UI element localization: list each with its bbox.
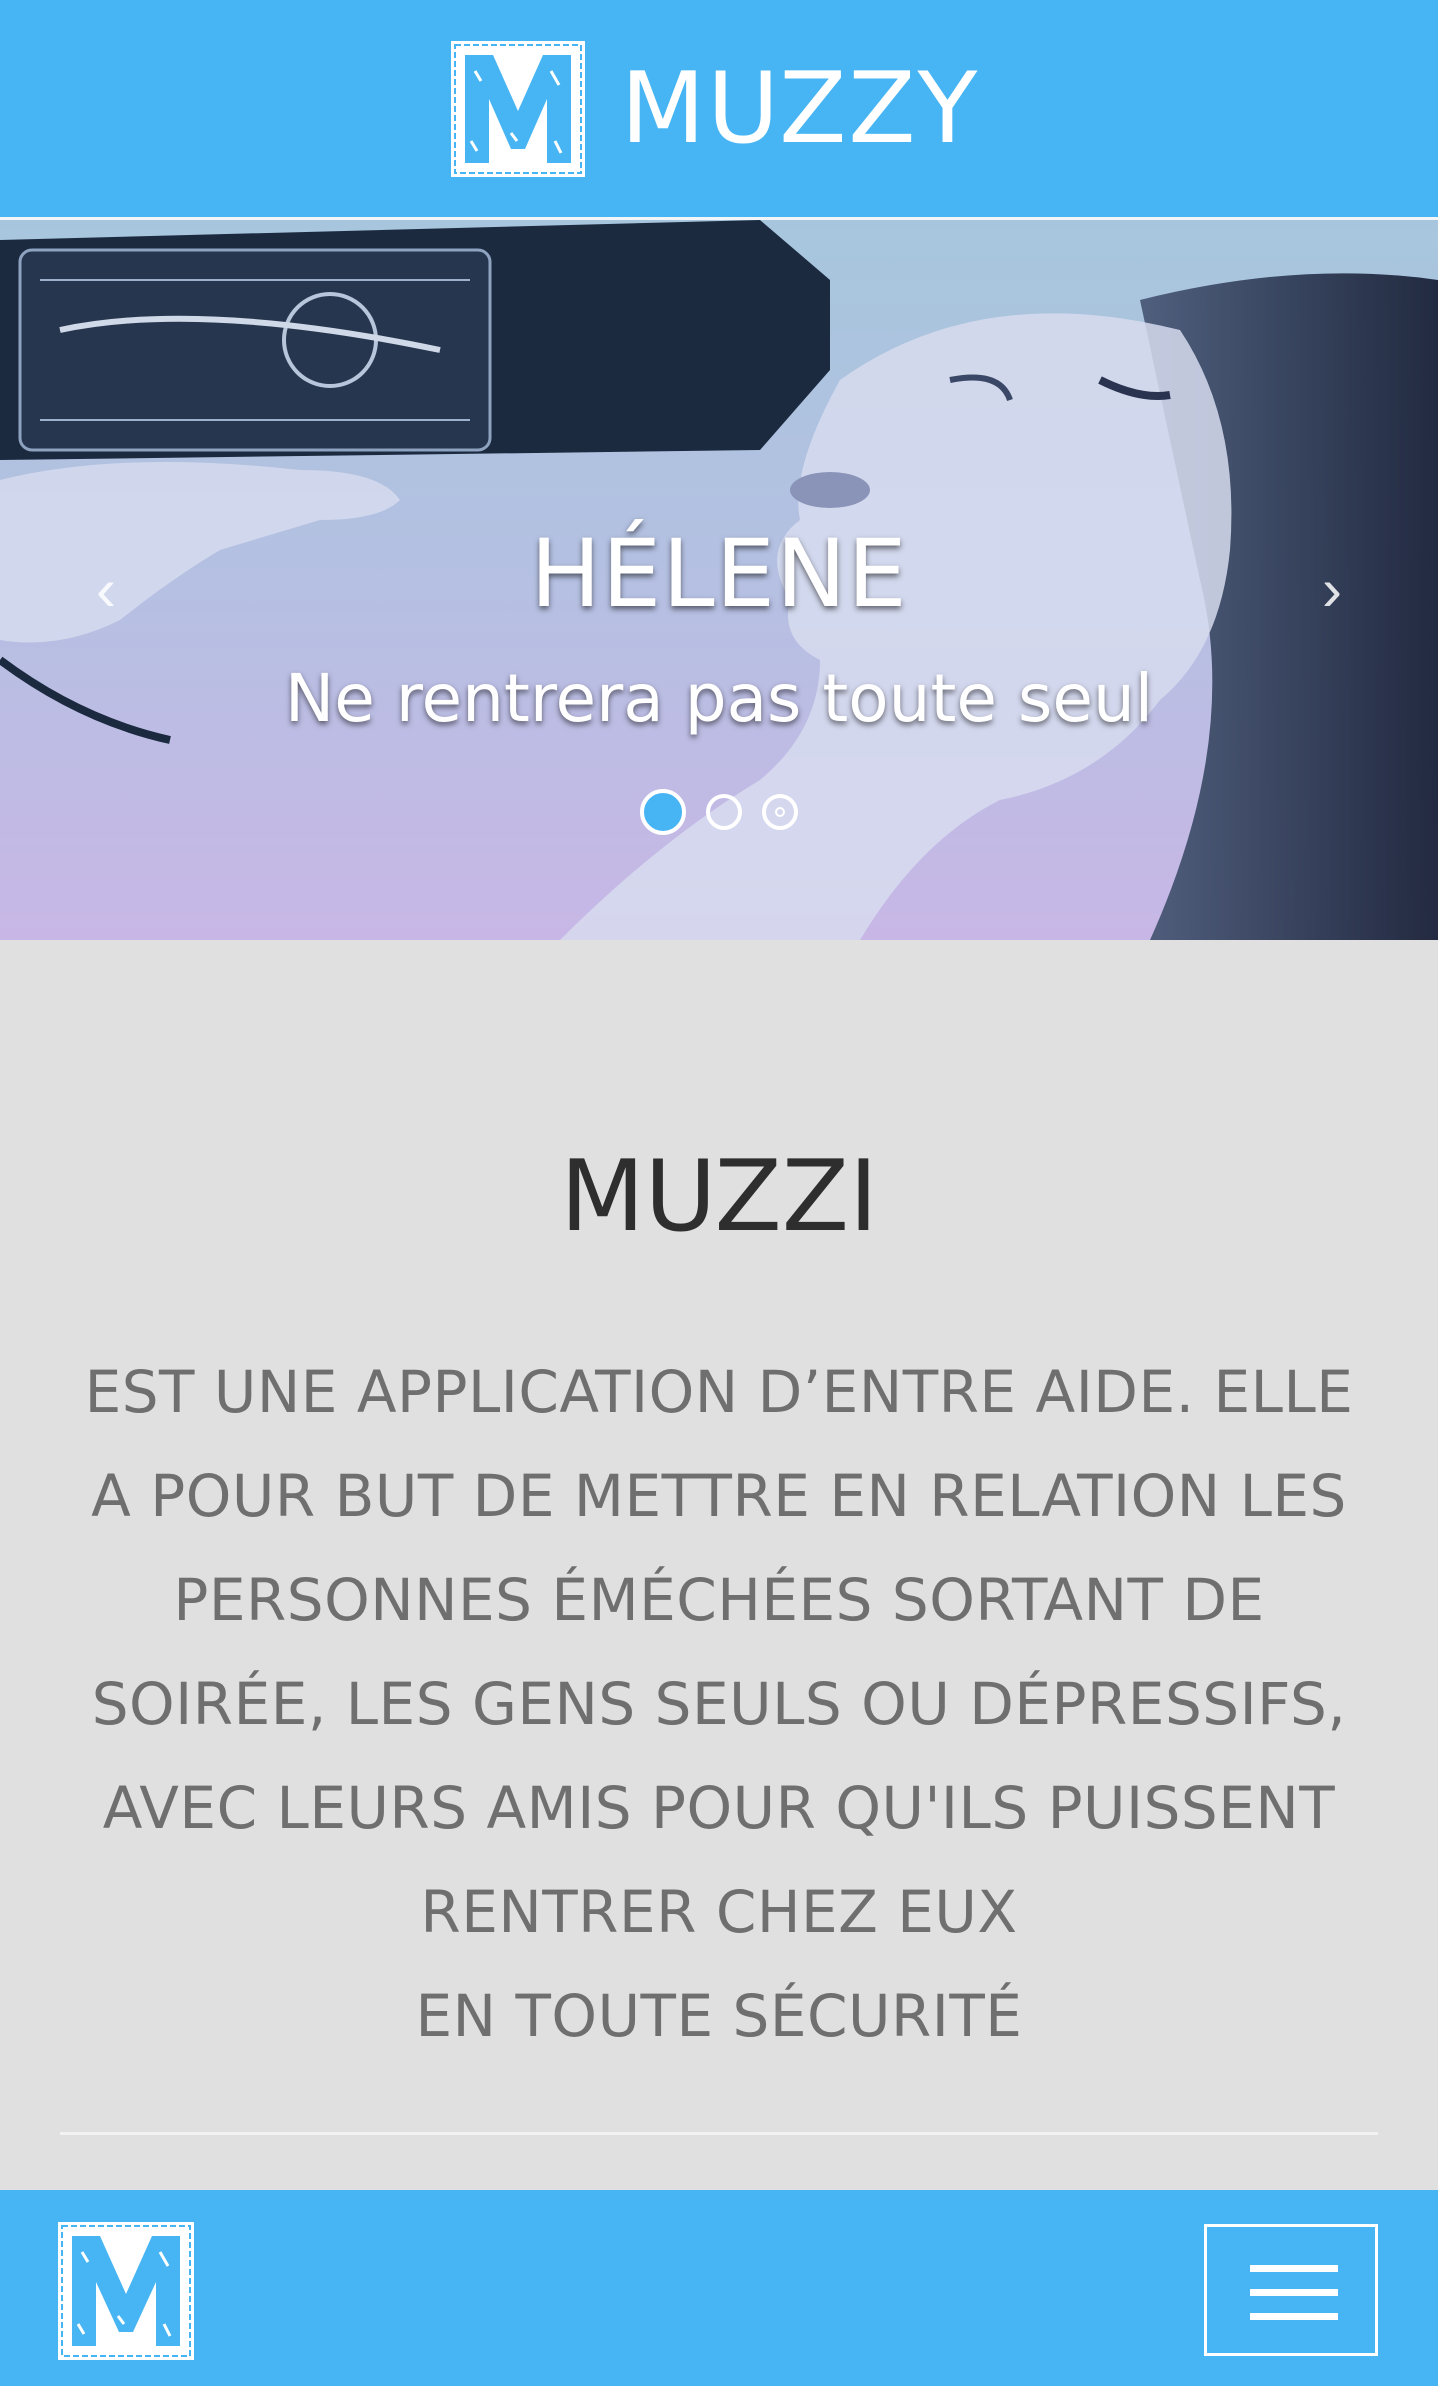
hamburger-menu-button[interactable] bbox=[1204, 2224, 1378, 2356]
hamburger-icon-bar bbox=[1250, 2313, 1338, 2320]
muzzy-logo bbox=[450, 40, 585, 177]
brand-name: MUZZY bbox=[620, 51, 980, 166]
section-divider bbox=[60, 2132, 1378, 2135]
about-section: MUZZI EST UNE APPLICATION D’ENTRE AIDE. … bbox=[0, 940, 1438, 2190]
description-line: PERSONNES ÉMÉCHÉES SORTANT DE bbox=[173, 1566, 1265, 1634]
hamburger-icon bbox=[1250, 2265, 1338, 2272]
description-line: AVEC LEURS AMIS POUR QU'ILS PUISSENT bbox=[102, 1774, 1336, 1842]
description-line: A POUR BUT DE METTRE EN RELATION LES bbox=[91, 1462, 1347, 1530]
carousel-indicator-1[interactable] bbox=[640, 789, 686, 835]
bottom-navbar bbox=[0, 2190, 1438, 2386]
description-line: EST UNE APPLICATION D’ENTRE AIDE. ELLE bbox=[84, 1358, 1354, 1426]
navbar-logo[interactable] bbox=[58, 2222, 194, 2360]
carousel-indicator-2[interactable] bbox=[706, 794, 742, 830]
app-description: EST UNE APPLICATION D’ENTRE AIDE. ELLE A… bbox=[60, 1340, 1378, 2068]
description-line: EN TOUTE SÉCURITÉ bbox=[415, 1982, 1023, 2050]
description-line: SOIRÉE, LES GENS SEULS OU DÉPRESSIFS, bbox=[91, 1670, 1347, 1738]
hero-carousel: ‹ › HÉLENE Ne rentrera pas toute seul bbox=[0, 220, 1438, 940]
carousel-indicator-3[interactable] bbox=[762, 794, 798, 830]
slide-subtitle: Ne rentrera pas toute seul bbox=[284, 660, 1154, 737]
section-title: MUZZI bbox=[560, 1140, 878, 1254]
top-header: MUZZY bbox=[0, 0, 1438, 220]
carousel-indicators bbox=[0, 789, 1438, 835]
brand[interactable]: MUZZY bbox=[450, 40, 980, 177]
description-line: RENTRER CHEZ EUX bbox=[420, 1878, 1018, 1946]
slide-title: HÉLENE bbox=[530, 520, 908, 629]
hamburger-icon-bar bbox=[1250, 2289, 1338, 2296]
